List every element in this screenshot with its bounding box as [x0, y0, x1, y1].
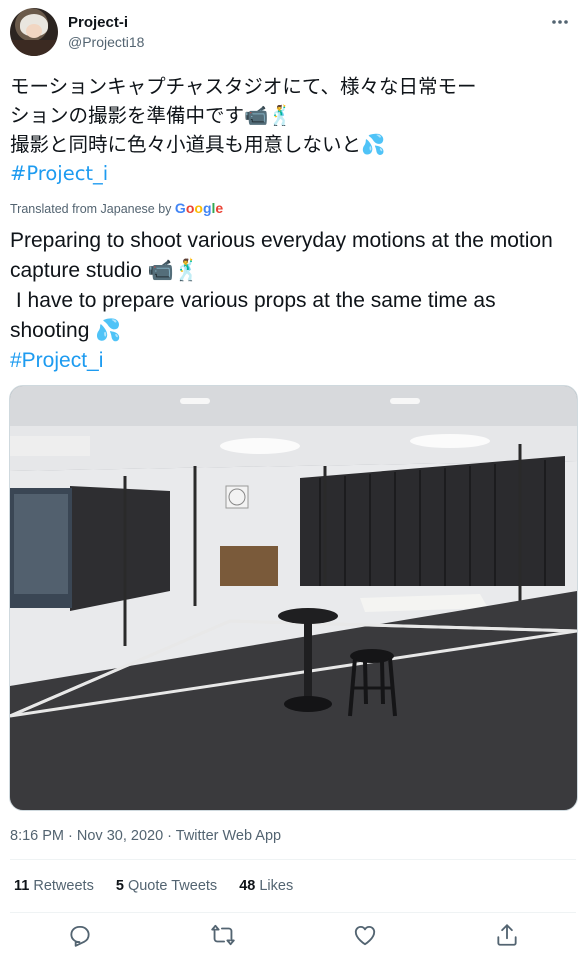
likes-count: 48	[239, 878, 256, 894]
studio-photo	[10, 386, 577, 810]
tweet-source[interactable]: Twitter Web App	[176, 828, 281, 844]
translation-label: Translated from Japanese by	[10, 202, 172, 216]
quotes-count: 5	[115, 878, 124, 894]
translation-attribution[interactable]: Translated from Japanese by Google	[10, 200, 223, 216]
tweet-line-2: ションの撮影を準備中です📹🕺	[10, 104, 293, 127]
translated-text: Preparing to shoot various everyday moti…	[10, 226, 576, 376]
hashtag-link[interactable]: #Project_i	[10, 162, 108, 185]
divider-bottom	[10, 912, 576, 913]
reply-icon[interactable]	[67, 922, 97, 952]
tweet-meta: 8:16 PM · Nov 30, 2020 · Twitter Web App	[10, 828, 281, 844]
action-bar	[0, 922, 586, 952]
engagement-stats: 11 Retweets 5 Quote Tweets 48 Likes	[14, 878, 311, 894]
retweets-stat[interactable]: 11 Retweets	[14, 878, 94, 894]
translation-body: Preparing to shoot various everyday moti…	[10, 229, 553, 342]
share-icon[interactable]	[494, 922, 524, 952]
tweet-time[interactable]: 8:16 PM	[10, 828, 64, 844]
translated-hashtag-link[interactable]: #Project_i	[10, 349, 103, 372]
retweets-label: Retweets	[29, 878, 94, 894]
like-icon[interactable]	[352, 922, 382, 952]
meta-separator-2: ·	[163, 828, 176, 844]
likes-label: Likes	[255, 878, 294, 894]
meta-separator-1: ·	[64, 828, 77, 844]
tweet-header: Project-i @Projecti18	[10, 8, 576, 60]
retweets-count: 11	[14, 878, 30, 894]
tweet-photo[interactable]	[9, 385, 578, 811]
tweet-line-1: モーションキャプチャスタジオにて、様々な日常モー	[10, 75, 477, 98]
quotes-label: Quote Tweets	[123, 878, 218, 894]
more-options-icon[interactable]	[550, 12, 570, 37]
tweet-line-3: 撮影と同時に色々小道具も用意しないと💦	[10, 133, 386, 156]
google-logo: Google	[174, 200, 224, 216]
quote-tweets-stat[interactable]: 5 Quote Tweets	[116, 878, 217, 894]
avatar[interactable]	[10, 8, 58, 56]
avatar-face	[26, 24, 42, 38]
user-handle[interactable]: @Projecti18	[68, 34, 144, 50]
likes-stat[interactable]: 48 Likes	[239, 878, 293, 894]
retweet-icon[interactable]	[210, 922, 240, 952]
tweet-text: モーションキャプチャスタジオにて、様々な日常モー ションの撮影を準備中です📹🕺 …	[10, 72, 576, 188]
avatar-band	[10, 40, 58, 56]
tweet-date[interactable]: Nov 30, 2020	[77, 828, 163, 844]
divider-top	[10, 859, 576, 860]
display-name[interactable]: Project-i	[68, 14, 128, 31]
